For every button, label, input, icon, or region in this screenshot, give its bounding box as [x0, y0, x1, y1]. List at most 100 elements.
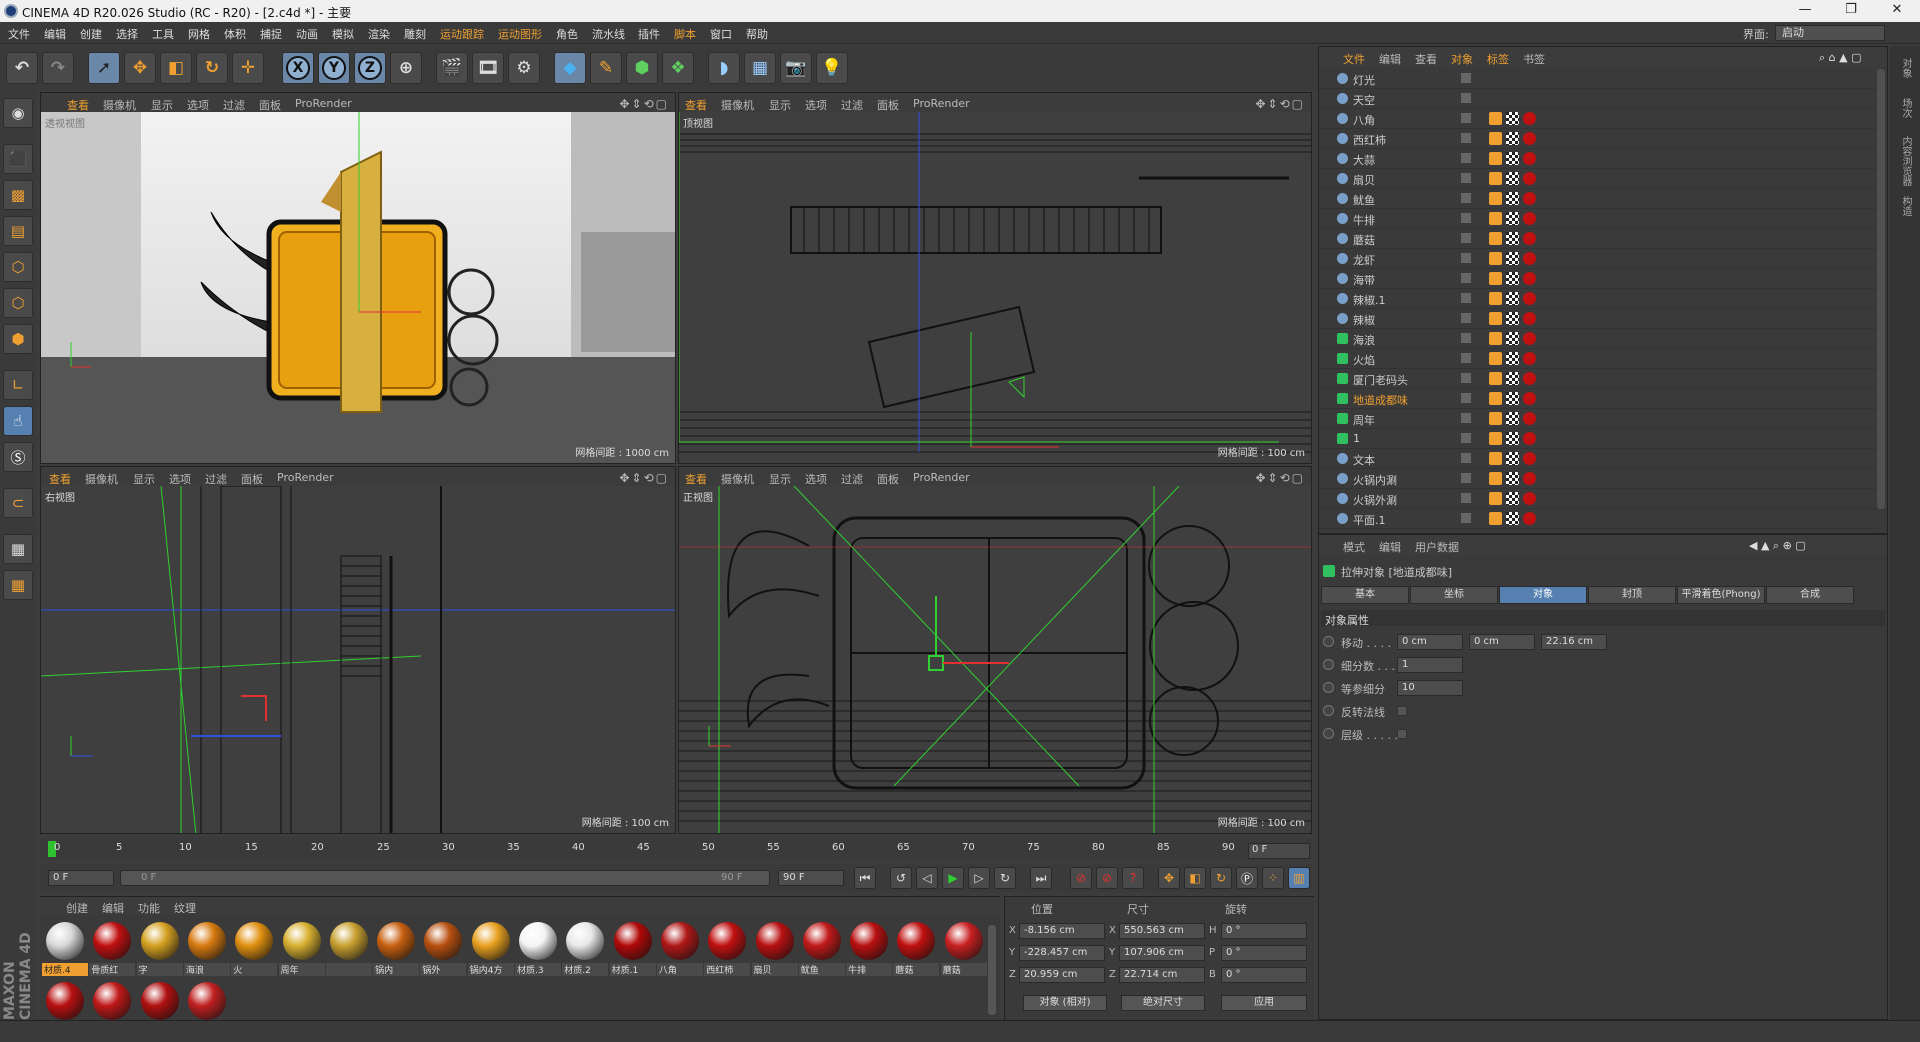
object-tag-icon[interactable] [1523, 252, 1536, 265]
om-search-icon[interactable]: ⌕ ⌂ ▲ ▢ [1819, 51, 1862, 65]
menu-character[interactable]: 角色 [556, 26, 578, 42]
object-tag-icon[interactable] [1506, 452, 1519, 465]
vp-menu-view[interactable]: 查看 [49, 471, 71, 487]
object-tag-icon[interactable] [1523, 392, 1536, 405]
menu-window[interactable]: 窗口 [710, 26, 732, 42]
object-tag-icon[interactable] [1506, 432, 1519, 445]
object-row[interactable]: 周年 [1319, 409, 1879, 429]
object-tag-icon[interactable] [1489, 232, 1502, 245]
visibility-toggle[interactable] [1461, 513, 1471, 523]
move-x-field[interactable]: 0 cm [1397, 634, 1463, 650]
vp-menu-options[interactable]: 选项 [805, 471, 827, 487]
object-row[interactable]: 牛排 [1319, 209, 1879, 229]
object-row[interactable]: 辣椒.1 [1319, 289, 1879, 309]
vp-menu-panel[interactable]: 面板 [877, 471, 899, 487]
menu-snap[interactable]: 捕捉 [260, 26, 282, 42]
viewport-front[interactable]: 查看 摄像机 显示 选项 过滤 面板 ProRender ✥⇕⟲▢ 正视图 网格… [678, 466, 1312, 834]
object-tag-icon[interactable] [1489, 172, 1502, 185]
object-row[interactable]: 辣椒 [1319, 309, 1879, 329]
viewport-top[interactable]: 查看 摄像机 显示 选项 过滤 面板 ProRender ✥⇕⟲▢ 顶视图 网格… [678, 92, 1312, 464]
visibility-toggle[interactable] [1461, 173, 1471, 183]
object-tag-icon[interactable] [1506, 292, 1519, 305]
model-mode-icon[interactable]: ⬛ [3, 144, 33, 174]
polygons-mode-icon[interactable]: ⬢ [3, 324, 33, 354]
redo-button[interactable]: ↷ [42, 52, 74, 84]
record-active-objects-icon[interactable]: ⊘ [1070, 867, 1092, 889]
vp-menu-camera[interactable]: 摄像机 [721, 97, 754, 113]
size-x-field[interactable]: 550.563 cm [1119, 923, 1205, 939]
tab-phong[interactable]: 平滑着色(Phong) [1677, 586, 1765, 604]
visibility-toggle[interactable] [1461, 453, 1471, 463]
snap-icon[interactable]: Ⓢ [3, 442, 33, 472]
material-swatch[interactable]: 材质.4 [42, 919, 88, 977]
tab-object[interactable]: 对象 [1499, 586, 1587, 604]
go-to-start-icon[interactable]: ⏮ [854, 867, 876, 889]
flip-normals-checkbox[interactable] [1397, 706, 1407, 716]
minimize-button[interactable]: — [1782, 0, 1828, 22]
render-settings-icon[interactable]: ⚙ [508, 52, 540, 84]
object-row[interactable]: 大蒜 [1319, 149, 1879, 169]
floor-icon[interactable]: ▦ [744, 52, 776, 84]
rotate-tool-icon[interactable]: ↻ [196, 52, 228, 84]
vp-menu-filter[interactable]: 过滤 [205, 471, 227, 487]
object-tag-icon[interactable] [1523, 412, 1536, 425]
menu-file[interactable]: 文件 [8, 26, 30, 42]
material-swatch[interactable]: 周年 [278, 919, 325, 977]
keyframe-selection-icon[interactable]: ? [1122, 867, 1144, 889]
object-tag-icon[interactable] [1506, 272, 1519, 285]
workplane-icon[interactable]: ▦ [3, 570, 33, 600]
light-icon[interactable]: 💡 [816, 52, 848, 84]
close-button[interactable]: ✕ [1874, 0, 1920, 22]
isoparm-field[interactable]: 10 [1397, 680, 1463, 696]
object-row[interactable]: 蘑菇 [1319, 229, 1879, 249]
visibility-toggle[interactable] [1461, 213, 1471, 223]
lock-workplane-icon[interactable]: ▦ [3, 534, 33, 564]
vp-menu-filter[interactable]: 过滤 [841, 97, 863, 113]
visibility-toggle[interactable] [1461, 93, 1471, 103]
object-row[interactable]: 八角 [1319, 109, 1879, 129]
object-row[interactable]: 鱿鱼 [1319, 189, 1879, 209]
x-axis-lock-button[interactable]: X [282, 52, 314, 84]
object-row[interactable]: 厦门老码头 [1319, 369, 1879, 389]
flip-normals-radio[interactable] [1323, 705, 1334, 716]
visibility-toggle[interactable] [1461, 333, 1471, 343]
material-swatch[interactable] [325, 919, 372, 977]
visibility-toggle[interactable] [1461, 153, 1471, 163]
material-swatch[interactable]: 八角 [656, 919, 703, 977]
vp-menu-options[interactable]: 选项 [169, 471, 191, 487]
object-tag-icon[interactable] [1523, 292, 1536, 305]
timeline-window-icon[interactable]: ▥ [1288, 867, 1310, 889]
object-row[interactable]: 天空 [1319, 89, 1879, 109]
object-tag-icon[interactable] [1506, 372, 1519, 385]
visibility-toggle[interactable] [1461, 253, 1471, 263]
visibility-toggle[interactable] [1461, 473, 1471, 483]
vp-menu-view[interactable]: 查看 [67, 97, 89, 113]
rot-b-field[interactable]: 0 ° [1221, 967, 1307, 983]
visibility-toggle[interactable] [1461, 433, 1471, 443]
undo-button[interactable]: ↶ [6, 52, 38, 84]
visibility-toggle[interactable] [1461, 273, 1471, 283]
y-axis-lock-button[interactable]: Y [318, 52, 350, 84]
viewport-nav-icon[interactable]: ✥⇕⟲▢ [619, 97, 669, 111]
end-frame-field[interactable]: 90 F [778, 870, 844, 886]
vp-menu-options[interactable]: 选项 [805, 97, 827, 113]
object-tag-icon[interactable] [1489, 312, 1502, 325]
object-tag-icon[interactable] [1489, 332, 1502, 345]
visibility-toggle[interactable] [1461, 373, 1471, 383]
side-tab-structure[interactable]: 构造 [1898, 196, 1913, 216]
deformer-icon[interactable]: ◗ [708, 52, 740, 84]
viewport-perspective[interactable]: 查看 摄像机 显示 选项 过滤 面板 ProRender ✥⇕⟲▢ 透视视图 网… [40, 92, 676, 464]
visibility-toggle[interactable] [1461, 133, 1471, 143]
mat-menu-texture[interactable]: 纹理 [174, 900, 196, 916]
object-tag-icon[interactable] [1506, 492, 1519, 505]
material-swatch[interactable] [137, 979, 183, 1020]
play-icon[interactable]: ▶ [942, 867, 964, 889]
object-tag-icon[interactable] [1489, 492, 1502, 505]
mat-menu-edit[interactable]: 编辑 [102, 900, 124, 916]
tweak-mode-icon[interactable]: ☝ [3, 406, 33, 436]
object-list-scrollbar[interactable] [1877, 69, 1885, 509]
object-tag-icon[interactable] [1523, 312, 1536, 325]
vp-menu-prorender[interactable]: ProRender [913, 97, 970, 110]
object-row[interactable]: 西红柿 [1319, 129, 1879, 149]
viewport-canvas[interactable]: 右视图 网格间距 : 100 cm [41, 486, 675, 833]
